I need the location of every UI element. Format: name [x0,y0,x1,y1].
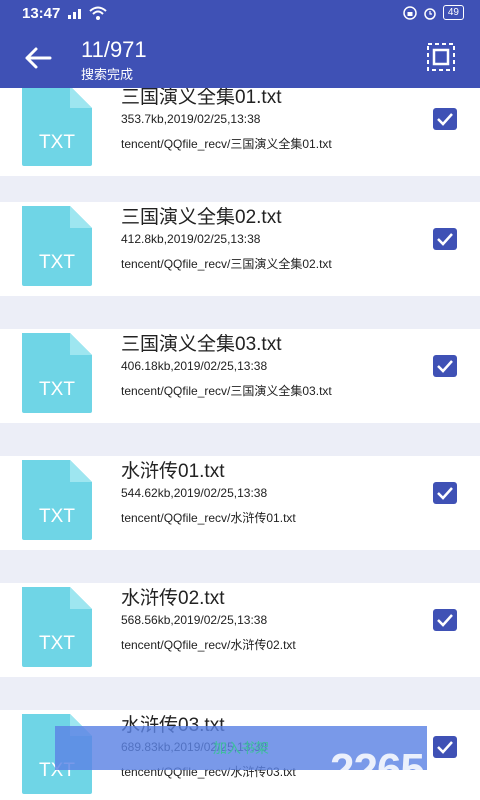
file-type-label: TXT [39,379,75,400]
check-icon [437,487,453,500]
txt-file-icon: TXT [22,333,92,413]
file-list: TXT 三国演义全集01.txt 353.7kb,2019/02/25,13:38 t… [0,88,480,800]
alarm-icon [424,7,436,20]
file-type-label: TXT [39,633,75,654]
check-icon [437,113,453,126]
check-icon [437,360,453,373]
file-path: tencent/QQfile_recv/三国演义全集02.txt [121,257,332,271]
file-list-item[interactable]: TXT 水浒传01.txt 544.62kb,2019/02/25,13:38 ten… [0,456,480,550]
txt-file-icon: TXT [22,88,92,166]
battery-indicator: 49 [442,5,464,20]
select-checkbox[interactable] [433,108,457,130]
file-list-item[interactable]: TXT 三国演义全集03.txt 406.18kb,2019/02/25,13:38… [0,329,480,423]
file-path: tencent/QQfile_recv/水浒传01.txt [121,511,296,525]
file-meta: 406.18kb,2019/02/25,13:38 [121,359,268,373]
search-status: 搜索完成 [81,67,134,82]
file-list-item[interactable]: TXT 三国演义全集02.txt 412.8kb,2019/02/25,13:38 t… [0,202,480,296]
check-icon [437,741,453,754]
select-checkbox[interactable] [433,609,457,631]
file-name: 水浒传01.txt [121,461,225,482]
file-list-item[interactable]: TXT 三国演义全集01.txt 353.7kb,2019/02/25,13:38 t… [0,88,480,176]
check-icon [437,614,453,627]
page-title: 11/971 [81,37,147,62]
file-meta: 412.8kb,2019/02/25,13:38 [121,232,261,246]
select-checkbox[interactable] [433,355,457,377]
select-checkbox[interactable] [433,482,457,504]
select-checkbox[interactable] [433,736,457,758]
file-path: tencent/QQfile_recv/三国演义全集01.txt [121,137,332,151]
file-name: 三国演义全集03.txt [121,334,282,355]
file-type-label: TXT [39,252,75,273]
txt-file-icon: TXT [22,587,92,667]
file-meta: 544.62kb,2019/02/25,13:38 [121,486,268,500]
check-icon [437,233,453,246]
back-arrow-icon[interactable] [22,42,54,74]
file-path: tencent/QQfile_recv/水浒传02.txt [121,638,296,652]
lock-rotation-icon [403,5,417,20]
watermark: 2265 [330,745,425,794]
file-name: 水浒传02.txt [121,588,225,609]
file-type-label: TXT [39,506,75,527]
signal-icon [68,9,81,19]
file-type-label: TXT [39,132,75,153]
wifi-icon [89,6,107,20]
txt-file-icon: TXT [22,460,92,540]
select-all-icon[interactable] [426,42,456,72]
txt-file-icon: TXT [22,206,92,286]
file-name: 三国演义全集02.txt [121,207,282,228]
status-bar: 13:47 49 [0,0,480,28]
file-meta: 353.7kb,2019/02/25,13:38 [121,112,261,126]
file-meta: 568.56kb,2019/02/25,13:38 [121,613,268,627]
status-time: 13:47 [22,5,61,22]
select-checkbox[interactable] [433,228,457,250]
file-name: 三国演义全集01.txt [121,88,282,108]
app-bar: 11/971 搜索完成 [0,28,480,88]
file-list-item[interactable]: TXT 水浒传02.txt 568.56kb,2019/02/25,13:38 ten… [0,583,480,677]
file-path: tencent/QQfile_recv/三国演义全集03.txt [121,384,332,398]
